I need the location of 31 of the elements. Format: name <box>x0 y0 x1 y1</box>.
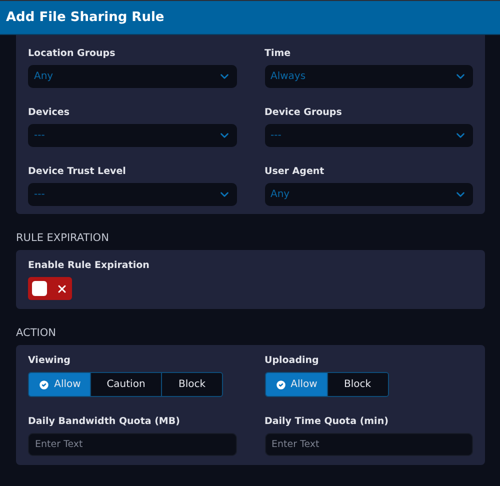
field-label: Viewing <box>28 354 70 367</box>
field-label: Device Groups <box>264 106 342 119</box>
segment-button[interactable]: Allow <box>29 373 90 396</box>
field-label: Location Groups <box>28 47 116 60</box>
close-icon <box>56 282 68 294</box>
select-field[interactable]: Any <box>28 65 236 88</box>
segment-button[interactable]: Block <box>161 373 222 396</box>
section-heading: RULE EXPIRATION <box>16 232 110 244</box>
select-field[interactable]: Always <box>264 65 473 88</box>
select-field[interactable]: --- <box>28 183 236 206</box>
select-field[interactable]: --- <box>28 124 236 147</box>
toggle-switch[interactable] <box>28 277 72 300</box>
check-circle-icon <box>274 378 287 390</box>
field-label: Daily Time Quota (min) <box>264 415 388 428</box>
check-circle-icon <box>38 378 50 390</box>
select-field[interactable]: --- <box>264 124 473 147</box>
dialog-title: Add File Sharing Rule <box>6 10 164 25</box>
text-field[interactable]: Enter Text <box>264 433 473 456</box>
field-label: Devices <box>28 106 70 119</box>
text-field[interactable]: Enter Text <box>28 433 236 456</box>
segment-button[interactable]: Block <box>326 373 388 396</box>
select-field[interactable]: Any <box>264 183 473 206</box>
section-heading: ACTION <box>16 327 57 339</box>
field-label: Uploading <box>264 354 319 367</box>
field-label: Daily Bandwidth Quota (MB) <box>28 415 180 428</box>
segment-button[interactable]: Allow <box>266 373 326 396</box>
field-label: Time <box>264 47 291 60</box>
field-label: Device Trust Level <box>28 165 126 178</box>
field-label: Enable Rule Expiration <box>28 259 150 272</box>
segment-button[interactable]: Caution <box>90 373 161 396</box>
field-label: User Agent <box>264 165 324 178</box>
